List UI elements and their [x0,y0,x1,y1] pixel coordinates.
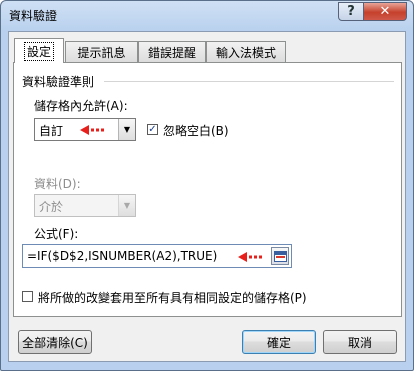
clear-all-button[interactable]: 全部清除(C) [18,330,92,354]
ignore-blank-label[interactable]: 忽略空白(B) [163,122,229,139]
cancel-button[interactable]: 取消 [323,330,397,354]
formula-input[interactable]: =IF($D$2,ISNUMBER(A2),TRUE) [22,244,292,268]
tab-input-message[interactable]: 提示訊息 [65,41,138,62]
allow-label: 儲存格內允許(A): [34,99,128,113]
close-icon: ✕ [379,4,391,19]
tab-error-alert-label: 錯誤提醒 [147,45,196,60]
data-select-value: 介於 [39,200,64,214]
formula-value: =IF($D$2,ISNUMBER(A2),TRUE) [27,249,218,263]
tab-settings[interactable]: 設定 [14,38,64,63]
dialog-window: 資料驗證 ? ✕ 設定 提示訊息 錯誤提醒 輸入法模式 資料驗證準則 儲存格內允… [0,0,414,371]
annotation-arrow-icon [238,252,262,262]
allow-select-value: 自訂 [39,124,64,138]
criteria-group-label: 資料驗證準則 [22,75,95,89]
tab-ime-mode[interactable]: 輸入法模式 [206,41,286,62]
data-dropdown-button[interactable]: ▼ [118,195,135,216]
dialog-title: 資料驗證 [9,9,58,23]
range-selector-icon [273,250,287,262]
data-label: 資料(D): [34,177,81,191]
allow-select[interactable]: 自訂 ▼ [34,118,136,141]
settings-tab-page: 資料驗證準則 儲存格內允許(A): 自訂 ▼ ✓ 忽略空白(B) 資料(D): … [13,62,402,317]
help-button[interactable]: ? [338,2,364,21]
chevron-down-icon: ▼ [123,201,131,210]
apply-all-checkbox[interactable] [22,291,33,302]
help-icon: ? [347,4,355,19]
close-button[interactable]: ✕ [363,2,407,21]
collapse-dialog-button[interactable] [271,247,289,265]
title-bar[interactable]: 資料驗證 ? ✕ [1,1,413,31]
formula-label: 公式(F): [34,227,79,241]
ok-button[interactable]: 確定 [242,330,316,354]
tab-input-message-label: 提示訊息 [77,45,126,60]
group-divider [104,81,394,82]
ignore-blank-checkbox[interactable]: ✓ [147,124,158,135]
chevron-down-icon: ▼ [123,125,131,134]
clear-all-label: 全部清除(C) [22,335,88,350]
cancel-label: 取消 [347,335,372,350]
tab-ime-mode-label: 輸入法模式 [215,45,276,60]
checkmark-icon: ✓ [148,123,157,135]
tab-error-alert[interactable]: 錯誤提醒 [138,41,206,62]
apply-all-label[interactable]: 將所做的改變套用至所有具有相同設定的儲存格(P) [38,289,307,306]
data-select[interactable]: 介於 ▼ [34,194,136,217]
allow-dropdown-button[interactable]: ▼ [118,119,135,140]
annotation-arrow-icon [80,125,104,135]
tab-settings-label: 設定 [23,41,54,61]
dialog-client-area: 設定 提示訊息 錯誤提醒 輸入法模式 資料驗證準則 儲存格內允許(A): 自訂 [8,31,406,362]
ok-label: 確定 [266,335,291,350]
